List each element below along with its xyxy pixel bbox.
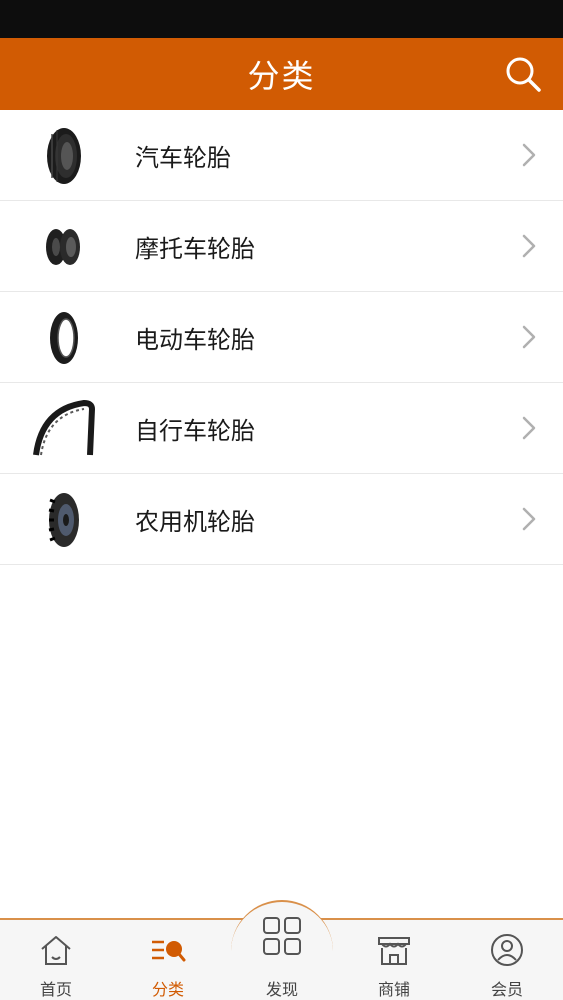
app-header: 分类	[0, 38, 563, 110]
category-label: 农用机轮胎	[135, 507, 255, 536]
category-label: 汽车轮胎	[135, 143, 231, 172]
tab-discover[interactable]: 发现	[226, 917, 338, 1000]
category-item-bicycle-tire[interactable]: 自行车轮胎	[0, 383, 563, 474]
chevron-right-icon	[522, 507, 536, 531]
tab-label: 首页	[39, 980, 72, 999]
store-icon	[378, 937, 410, 965]
status-bar	[0, 0, 563, 38]
tab-label: 会员	[490, 980, 523, 999]
category-label: 电动车轮胎	[135, 325, 255, 354]
tab-category[interactable]: 分类	[112, 920, 224, 1000]
tab-home[interactable]: 首页	[0, 920, 112, 1000]
ebike-tire-image	[25, 300, 103, 375]
bicycle-tire-image	[25, 391, 103, 466]
page-title: 分类	[247, 57, 316, 95]
tractor-tire-image	[25, 482, 103, 557]
search-icon	[506, 57, 541, 92]
chevron-right-icon	[522, 325, 536, 349]
user-icon	[491, 934, 523, 966]
chevron-right-icon	[522, 416, 536, 440]
category-list: 汽车轮胎 摩托车轮胎 电动车轮胎 自行车轮胎 农用机轮胎	[0, 110, 563, 565]
tab-label: 商铺	[377, 980, 410, 999]
tab-label: 发现	[265, 980, 298, 999]
chevron-right-icon	[522, 143, 536, 167]
home-icon	[41, 936, 71, 965]
category-label: 自行车轮胎	[135, 416, 255, 445]
category-item-ebike-tire[interactable]: 电动车轮胎	[0, 292, 563, 383]
grid-icon	[263, 917, 301, 955]
tab-member[interactable]: 会员	[451, 920, 563, 1000]
category-icon	[152, 940, 186, 962]
search-button[interactable]	[501, 54, 545, 94]
chevron-right-icon	[522, 234, 536, 258]
category-label: 摩托车轮胎	[135, 234, 255, 263]
motorcycle-tire-image	[25, 209, 103, 284]
car-tire-image	[25, 118, 103, 193]
category-item-motorcycle-tire[interactable]: 摩托车轮胎	[0, 201, 563, 292]
tab-label: 分类	[151, 980, 184, 999]
tab-store[interactable]: 商铺	[338, 920, 450, 1000]
bottom-tab-bar: 首页 分类 发现 商铺 会员	[0, 900, 563, 1000]
category-item-car-tire[interactable]: 汽车轮胎	[0, 110, 563, 201]
category-item-tractor-tire[interactable]: 农用机轮胎	[0, 474, 563, 565]
